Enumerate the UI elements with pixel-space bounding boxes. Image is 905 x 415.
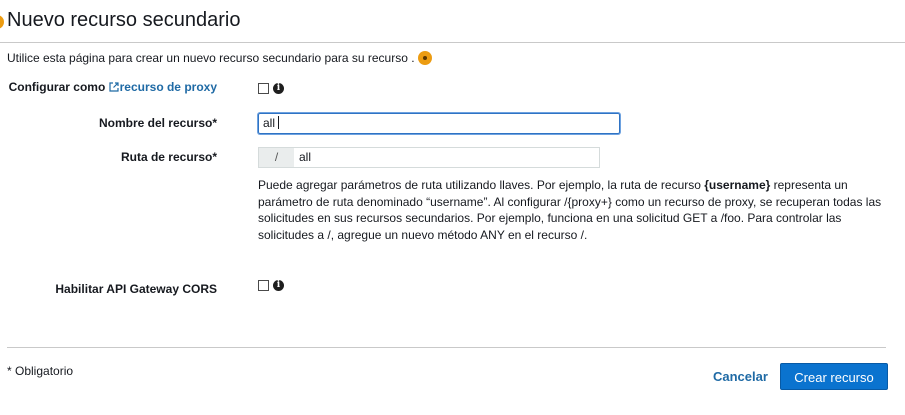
resource-path-label: Ruta de recurso* bbox=[120, 150, 217, 164]
text-cursor bbox=[278, 116, 280, 129]
title-divider bbox=[0, 42, 905, 43]
create-resource-button[interactable]: Crear recurso bbox=[780, 363, 888, 390]
proxy-label: Configurar como recurso de proxy bbox=[9, 80, 217, 95]
required-note: * Obligatorio bbox=[7, 364, 74, 378]
external-link-icon bbox=[109, 82, 119, 92]
title-marker bbox=[0, 15, 4, 29]
resource-path-value: all bbox=[299, 150, 312, 164]
proxy-checkbox[interactable] bbox=[258, 83, 269, 94]
cors-info-icon[interactable]: i bbox=[273, 280, 284, 291]
help-text-part1: Puede agregar parámetros de ruta utiliza… bbox=[258, 178, 705, 192]
cancel-button[interactable]: Cancelar bbox=[713, 369, 768, 384]
help-text-bold: {username} bbox=[704, 178, 771, 192]
intro-text-row: Utilice esta página para crear un nuevo … bbox=[7, 51, 432, 65]
resource-name-input[interactable]: all bbox=[258, 113, 620, 134]
intro-text: Utilice esta página para crear un nuevo … bbox=[7, 51, 415, 65]
footer-divider bbox=[7, 347, 886, 348]
proxy-resource-link-text: recurso de proxy bbox=[119, 80, 217, 94]
proxy-label-prefix: Configurar como bbox=[8, 80, 106, 94]
help-bulb-icon[interactable] bbox=[417, 51, 432, 65]
proxy-resource-link[interactable]: recurso de proxy bbox=[109, 80, 217, 94]
page-title: Nuevo recurso secundario bbox=[7, 9, 241, 31]
cors-checkbox[interactable] bbox=[258, 280, 269, 291]
resource-name-label: Nombre del recurso* bbox=[98, 116, 217, 130]
new-child-resource-page: Nuevo recurso secundario Utilice esta pá… bbox=[0, 0, 905, 415]
resource-path-prefix: / bbox=[259, 148, 294, 167]
resource-path-help: Puede agregar parámetros de ruta utiliza… bbox=[258, 177, 888, 243]
resource-path-input[interactable]: / all bbox=[258, 147, 600, 168]
proxy-info-icon[interactable]: i bbox=[273, 83, 284, 94]
cors-label: Habilitar API Gateway CORS bbox=[55, 282, 217, 296]
resource-name-value: all bbox=[263, 116, 276, 130]
